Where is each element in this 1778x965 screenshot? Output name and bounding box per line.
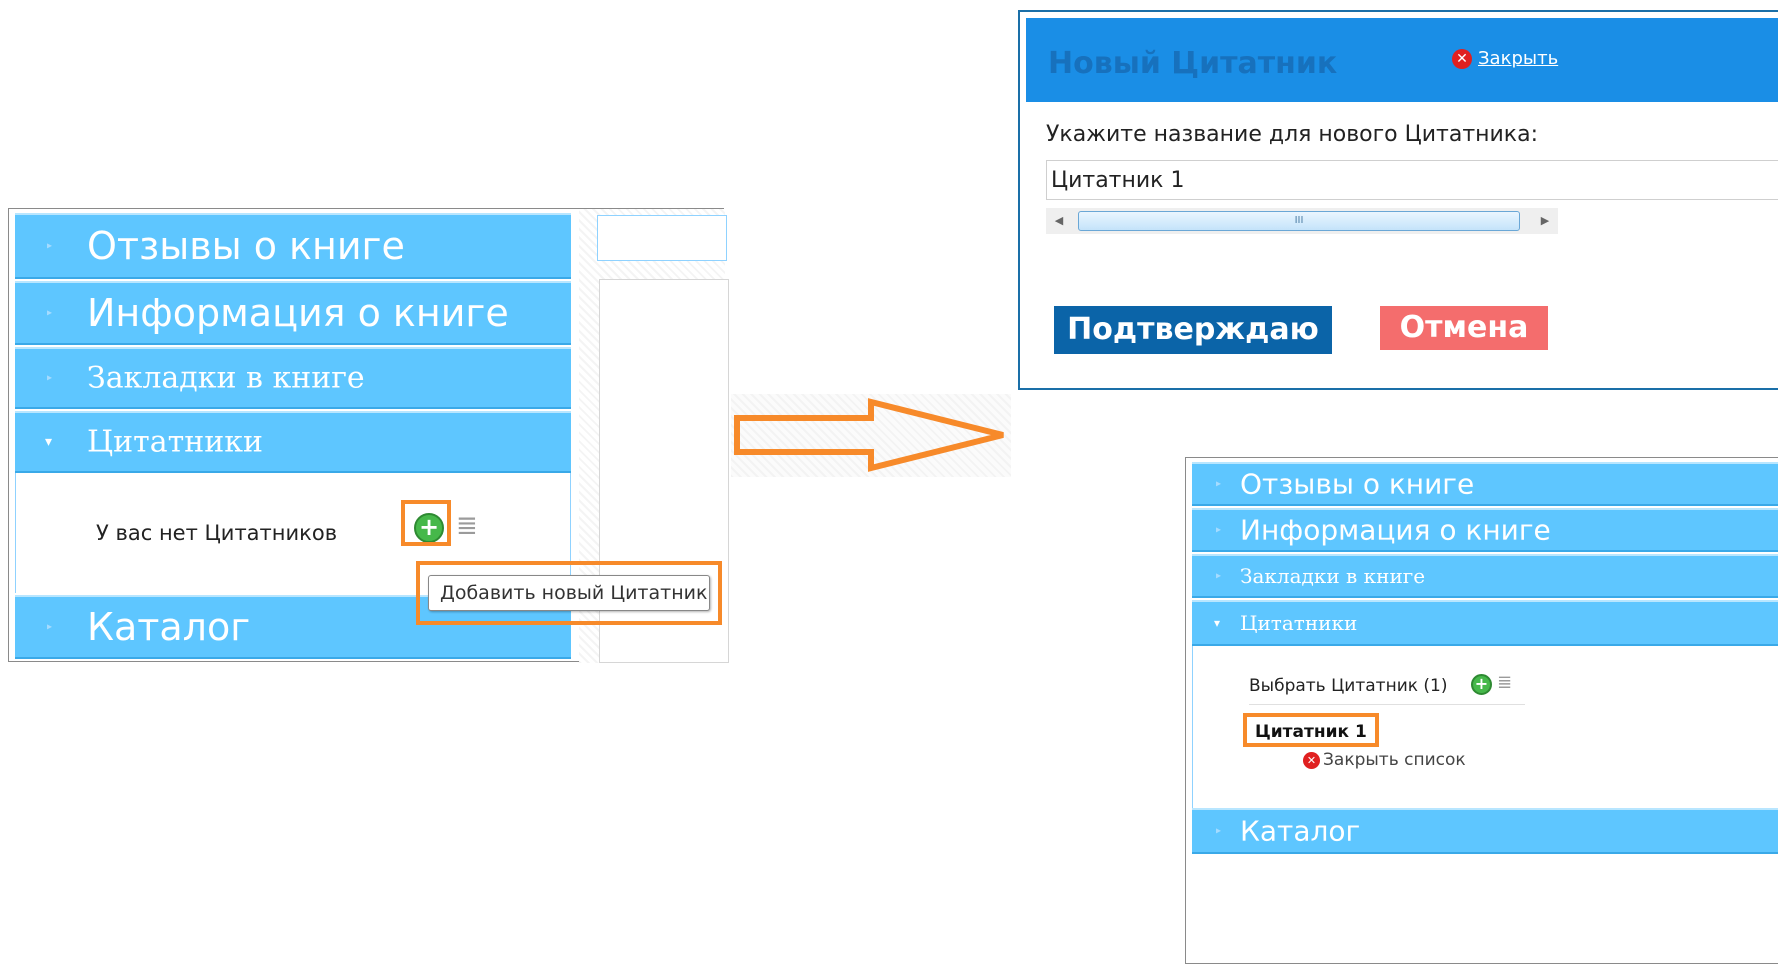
quotebook-name-input[interactable] xyxy=(1046,160,1778,200)
add-icon[interactable]: + xyxy=(1471,674,1492,695)
accordion-item-book-info[interactable]: ▸ Информация о книге xyxy=(15,281,571,345)
collapse-arrow-icon: ▾ xyxy=(45,434,53,450)
scroll-right-icon[interactable]: ▶ xyxy=(1532,208,1558,234)
right-accordion-panel: ▸ Отзывы о книге ▸ Информация о книге ▸ … xyxy=(1185,457,1778,964)
tooltip-text: Добавить новый Цитатник xyxy=(440,582,708,604)
accordion-item-label: Отзывы о книге xyxy=(1240,467,1475,501)
empty-quotebooks-text: У вас нет Цитатников xyxy=(96,521,338,545)
divider xyxy=(1249,704,1525,705)
accordion-item-quotebooks[interactable]: ▾ Цитатники xyxy=(15,411,571,473)
select-quotebook-label[interactable]: Выбрать Цитатник (1) xyxy=(1249,676,1448,696)
scroll-thumb[interactable]: III xyxy=(1078,211,1520,231)
expand-arrow-icon: ▸ xyxy=(47,372,53,384)
confirm-button[interactable]: Подтверждаю xyxy=(1054,306,1332,354)
new-quotebook-dialog: Новый Цитатник ✕ Закрыть Укажите название… xyxy=(1018,10,1778,390)
accordion-item-label: Каталог xyxy=(87,605,251,649)
accordion-item-bookmarks[interactable]: ▸ Закладки в книге xyxy=(15,347,571,409)
expand-arrow-icon: ▸ xyxy=(47,240,53,252)
accordion-item-reviews[interactable]: ▸ Отзывы о книге xyxy=(15,213,571,279)
expand-arrow-icon: ▸ xyxy=(1216,825,1222,837)
close-list-label: Закрыть список xyxy=(1323,750,1466,770)
accordion-item-book-info[interactable]: ▸ Информация о книге xyxy=(1192,508,1778,552)
accordion-item-label: Информация о книге xyxy=(87,291,509,335)
close-x-icon: ✕ xyxy=(1303,751,1320,769)
accordion-item-label: Каталог xyxy=(1240,814,1361,848)
expand-arrow-icon: ▸ xyxy=(47,307,53,319)
list-icon[interactable]: ≣ xyxy=(1497,672,1512,693)
expand-arrow-icon: ▸ xyxy=(47,621,53,633)
accordion-item-label: Информация о книге xyxy=(1240,513,1551,547)
accordion-item-quotebooks[interactable]: ▾ Цитатники xyxy=(1192,600,1778,646)
list-icon[interactable]: ≣ xyxy=(456,511,478,541)
new-item-highlight xyxy=(1243,713,1379,747)
dialog-prompt: Укажите название для нового Цитатника: xyxy=(1046,122,1538,147)
flow-arrow xyxy=(731,394,1011,477)
expand-arrow-icon: ▸ xyxy=(1216,570,1222,582)
content-header-box xyxy=(597,215,727,261)
accordion-item-bookmarks[interactable]: ▸ Закладки в книге xyxy=(1192,554,1778,598)
close-list-link[interactable]: ✕ Закрыть список xyxy=(1303,750,1466,770)
collapse-arrow-icon: ▾ xyxy=(1214,616,1221,630)
accordion-item-label: Цитатники xyxy=(87,424,263,460)
cancel-button[interactable]: Отмена xyxy=(1380,306,1548,350)
accordion-item-label: Закладки в книге xyxy=(1240,564,1426,588)
accordion-item-catalog[interactable]: ▸ Каталог xyxy=(1192,808,1778,854)
dialog-close-label: Закрыть xyxy=(1478,48,1559,69)
accordion-item-label: Отзывы о книге xyxy=(87,224,405,268)
dialog-header: Новый Цитатник ✕ Закрыть xyxy=(1026,18,1778,102)
horizontal-scrollbar[interactable]: ◀ III ▶ xyxy=(1046,208,1558,234)
accordion-item-label: Цитатники xyxy=(1240,611,1358,635)
dialog-title: Новый Цитатник xyxy=(1048,46,1338,81)
scroll-left-icon[interactable]: ◀ xyxy=(1046,208,1072,234)
accordion-item-label: Закладки в книге xyxy=(87,360,365,396)
add-icon-highlight xyxy=(401,500,451,546)
accordion-item-reviews[interactable]: ▸ Отзывы о книге xyxy=(1192,462,1778,506)
tooltip: Добавить новый Цитатник xyxy=(428,575,710,611)
close-x-icon: ✕ xyxy=(1452,49,1472,69)
expand-arrow-icon: ▸ xyxy=(1216,524,1222,536)
right-arrow-icon xyxy=(734,398,1004,472)
expand-arrow-icon: ▸ xyxy=(1216,478,1222,490)
dialog-close-link[interactable]: ✕ Закрыть xyxy=(1452,48,1558,69)
